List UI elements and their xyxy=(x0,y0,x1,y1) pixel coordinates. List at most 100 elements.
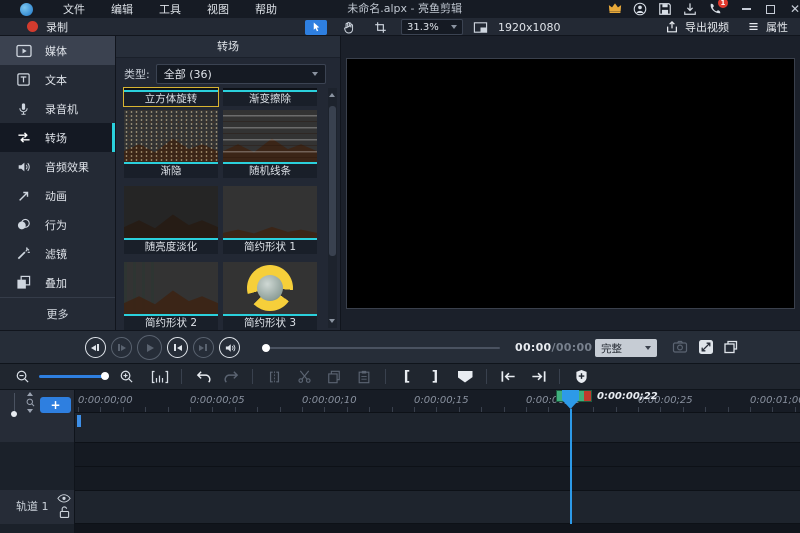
go-to-start-button[interactable] xyxy=(167,337,188,358)
menu-item-2[interactable]: 工具 xyxy=(159,1,181,17)
ruler-tick xyxy=(414,407,415,412)
sidebar-item-transitions[interactable]: 转场 xyxy=(0,123,115,152)
minimize-button[interactable] xyxy=(742,8,751,10)
timeline-horizontal-scrollbar[interactable] xyxy=(75,524,800,533)
canvas-size-icon[interactable] xyxy=(473,20,488,35)
track-height-handle[interactable] xyxy=(11,411,17,417)
zoom-out-icon[interactable] xyxy=(13,368,31,386)
ruler-tick xyxy=(548,407,549,412)
save-icon[interactable] xyxy=(658,2,672,16)
collapse-tracks-icon[interactable] xyxy=(27,409,33,413)
fit-timeline-icon[interactable] xyxy=(151,368,169,386)
add-track-button[interactable]: + xyxy=(40,397,71,413)
record-button[interactable]: 录制 xyxy=(27,19,68,35)
sidebar-item-animation[interactable]: 动画 xyxy=(0,181,115,210)
seek-handle[interactable] xyxy=(262,344,270,352)
transition-item-shape-2[interactable]: 简约形状 2 xyxy=(124,262,218,330)
undo-icon[interactable] xyxy=(194,368,212,386)
close-button[interactable]: ✕ xyxy=(790,4,800,14)
sidebar-more-button[interactable]: 更多 xyxy=(0,297,115,330)
add-effect-shield-icon[interactable] xyxy=(572,368,590,386)
next-clip-icon[interactable] xyxy=(529,368,547,386)
sidebar-item-text[interactable]: 文本 xyxy=(0,65,115,94)
play-button[interactable] xyxy=(137,335,162,360)
record-icon xyxy=(27,21,38,32)
menu-item-0[interactable]: 文件 xyxy=(63,1,85,17)
view-mode-dropdown[interactable]: 完整 xyxy=(595,339,657,357)
maximize-button[interactable] xyxy=(766,5,775,14)
fullscreen-icon[interactable] xyxy=(698,339,714,355)
mark-in-icon[interactable]: [ xyxy=(398,368,416,386)
transition-item-shape-1[interactable]: 简约形状 1 xyxy=(223,186,317,254)
transition-item-gradient-wipe[interactable]: 渐变擦除 xyxy=(223,88,317,106)
zoom-level-dropdown[interactable]: 31.3% xyxy=(401,19,463,35)
camera-icon[interactable] xyxy=(672,339,688,355)
mark-out-icon[interactable]: ] xyxy=(426,368,444,386)
timeline-zoom-slider[interactable] xyxy=(39,375,109,378)
type-dropdown[interactable]: 全部 (36) xyxy=(156,64,326,84)
float-window-icon[interactable] xyxy=(723,339,739,355)
export-video-button[interactable]: 导出视频 xyxy=(665,19,729,35)
go-to-end-button[interactable] xyxy=(193,337,214,358)
previous-clip-icon[interactable] xyxy=(499,368,517,386)
previous-frame-button[interactable] xyxy=(85,337,106,358)
transition-label: 随亮度淡化 xyxy=(124,238,218,254)
timeline-lane-middle[interactable] xyxy=(75,442,800,466)
sidebar-item-overlay[interactable]: 叠加 xyxy=(0,268,115,297)
timeline-lane-lower[interactable] xyxy=(75,466,800,490)
select-tool-button[interactable] xyxy=(305,20,327,35)
panel-scrollbar[interactable] xyxy=(328,88,337,328)
video-editor-window: 文件编辑工具视图帮助 未命名.alpx - 亮鱼剪辑 1 ✕ xyxy=(0,0,800,533)
sidebar: 媒体文本录音机转场音频效果动画行为滤镜叠加 更多 xyxy=(0,36,115,330)
split-icon[interactable] xyxy=(265,368,283,386)
support-icon[interactable]: 1 xyxy=(708,2,722,16)
sidebar-item-filters[interactable]: 滤镜 xyxy=(0,239,115,268)
track-height-slider[interactable] xyxy=(14,393,15,412)
timeline-lane-upper[interactable] xyxy=(75,413,800,442)
copy-icon[interactable] xyxy=(325,368,343,386)
account-icon[interactable] xyxy=(633,2,647,16)
seek-slider[interactable] xyxy=(262,347,500,349)
cut-icon[interactable] xyxy=(295,368,313,386)
transition-label: 立方体旋转 xyxy=(124,90,218,106)
sidebar-item-media[interactable]: 媒体 xyxy=(0,36,115,65)
step-forward-button[interactable] xyxy=(111,337,132,358)
menu-item-3[interactable]: 视图 xyxy=(207,1,229,17)
sidebar-item-audio[interactable]: 音频效果 xyxy=(0,152,115,181)
redo-icon[interactable] xyxy=(222,368,240,386)
crown-icon[interactable] xyxy=(608,2,622,16)
sidebar-item-mic[interactable]: 录音机 xyxy=(0,94,115,123)
scrollbar-thumb[interactable] xyxy=(329,106,336,256)
menu-item-4[interactable]: 帮助 xyxy=(255,1,277,17)
download-icon[interactable] xyxy=(683,2,697,16)
chevron-down-icon xyxy=(645,346,651,350)
transition-item-brightness-fade[interactable]: 随亮度淡化 xyxy=(124,186,218,254)
transition-item-shape-3[interactable]: 简约形状 3 xyxy=(223,262,317,330)
transition-item-fade[interactable]: 渐隐 xyxy=(124,110,218,178)
paste-icon[interactable] xyxy=(355,368,373,386)
hand-tool-button[interactable] xyxy=(337,20,359,35)
track-visibility-eye-icon[interactable] xyxy=(57,494,71,503)
transition-item-random-lines[interactable]: 随机线条 xyxy=(223,110,317,178)
transition-item-cube-rotate[interactable]: 立方体旋转 xyxy=(124,88,218,106)
crop-tool-button[interactable] xyxy=(369,20,391,35)
gutter-bottom xyxy=(0,524,74,533)
menu-item-1[interactable]: 编辑 xyxy=(111,1,133,17)
mountain-silhouette xyxy=(124,209,218,238)
zoom-in-icon[interactable] xyxy=(117,368,135,386)
ruler-tick xyxy=(324,407,325,412)
marker-icon[interactable] xyxy=(456,368,474,386)
sidebar-item-behaviors[interactable]: 行为 xyxy=(0,210,115,239)
timeline-ruler[interactable]: 0:00:00;000:00:00;050:00:00;100:00:00;15… xyxy=(75,390,800,413)
mini-clip[interactable] xyxy=(77,415,81,427)
view-mode-value: 完整 xyxy=(601,341,622,356)
properties-button[interactable]: 属性 xyxy=(747,19,788,35)
track-1-lane[interactable] xyxy=(75,490,800,524)
scroll-up-icon[interactable] xyxy=(329,93,335,97)
scroll-down-icon[interactable] xyxy=(329,319,335,323)
track-lock-icon[interactable] xyxy=(59,506,70,519)
volume-button[interactable] xyxy=(219,337,240,358)
expand-tracks-icon[interactable] xyxy=(27,392,33,396)
zoom-slider-handle[interactable] xyxy=(101,372,109,380)
type-value: 全部 (36) xyxy=(164,66,212,82)
